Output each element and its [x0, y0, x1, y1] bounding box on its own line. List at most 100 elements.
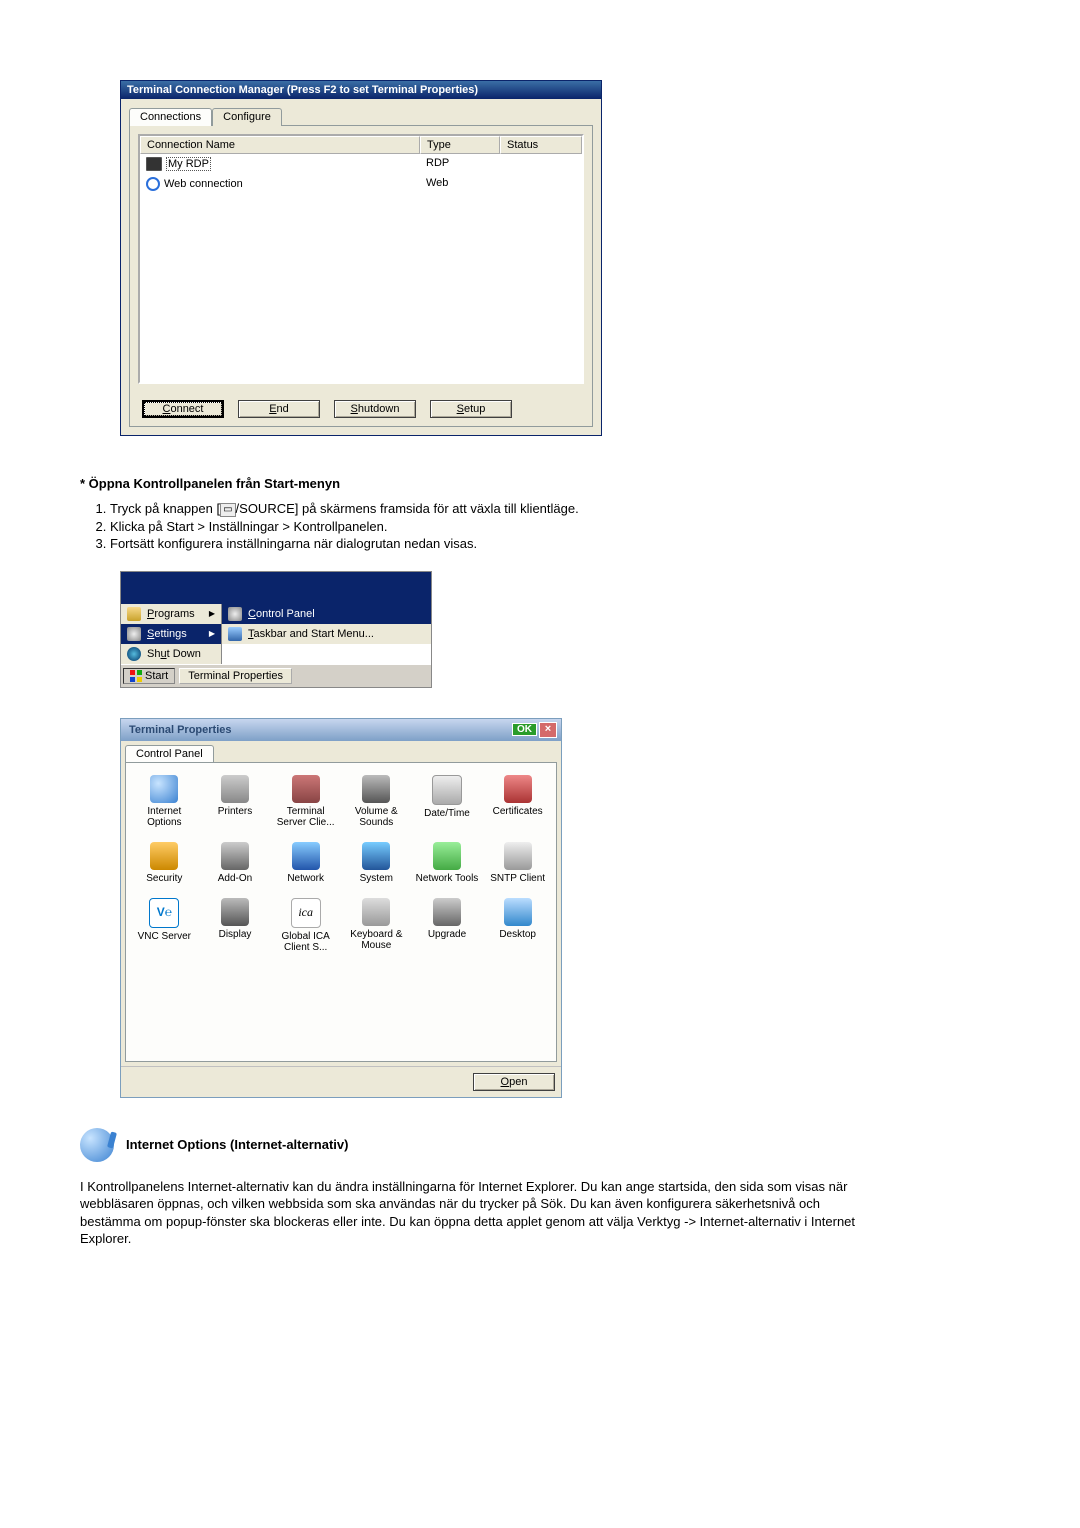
control-panel-item-label: Security — [132, 873, 197, 884]
start-item-settings[interactable]: Settings ▶ — [121, 624, 221, 644]
control-panel-item[interactable]: Network — [271, 840, 340, 886]
control-panel-item[interactable]: Volume & Sounds — [342, 773, 411, 830]
tab-configure[interactable]: Configure — [212, 108, 282, 126]
control-panel-item-label: Certificates — [485, 806, 550, 817]
control-panel-item[interactable]: Internet Options — [130, 773, 199, 830]
control-panel-item[interactable]: Display — [201, 896, 270, 955]
window-title: Terminal Connection Manager (Press F2 to… — [121, 81, 601, 99]
control-panel-item[interactable]: Terminal Server Clie... — [271, 773, 340, 830]
keyboard-mouse-icon — [362, 898, 390, 926]
tab-control-panel[interactable]: Control Panel — [125, 745, 214, 762]
control-panel-item-label: Date/Time — [415, 808, 480, 819]
setup-button[interactable]: Setup — [430, 400, 512, 418]
connection-type-label: Web — [420, 176, 500, 192]
volume-sounds-icon — [362, 775, 390, 803]
control-panel-item[interactable]: Keyboard & Mouse — [342, 896, 411, 955]
start-menu-banner — [121, 572, 431, 604]
system-icon — [362, 842, 390, 870]
control-panel-item[interactable]: Upgrade — [413, 896, 482, 955]
control-panel-item-label: Global ICA Client S... — [273, 931, 338, 953]
control-panel-item-label: SNTP Client — [485, 873, 550, 884]
shutdown-button[interactable]: Shutdown — [334, 400, 416, 418]
control-panel-item-label: Terminal Server Clie... — [273, 806, 338, 828]
start-item-programs[interactable]: Programs ▶ — [121, 604, 221, 624]
start-item-shutdown[interactable]: Shut Down — [121, 644, 221, 664]
control-panel-item-label: Keyboard & Mouse — [344, 929, 409, 951]
ok-button[interactable]: OK — [512, 723, 537, 736]
settings-icon — [127, 627, 141, 641]
taskbar: Start Terminal Properties — [121, 664, 431, 687]
connection-status-label — [500, 156, 582, 172]
col-connection-name[interactable]: Connection Name — [140, 136, 420, 154]
control-panel-icon — [228, 607, 242, 621]
control-panel-item-label: VNC Server — [132, 931, 197, 942]
section-title: Internet Options (Internet-alternativ) — [126, 1137, 348, 1152]
control-panel-item[interactable]: Printers — [201, 773, 270, 830]
connect-button[interactable]: Connect — [142, 400, 224, 418]
submenu-arrow-icon: ▶ — [209, 609, 215, 618]
col-status[interactable]: Status — [500, 136, 582, 154]
connection-status-label — [500, 176, 582, 192]
control-panel-item[interactable]: Security — [130, 840, 199, 886]
taskbar-task[interactable]: Terminal Properties — [179, 668, 292, 684]
control-panel-item[interactable]: Desktop — [483, 896, 552, 955]
col-type[interactable]: Type — [420, 136, 500, 154]
start-menu-screenshot: Programs ▶ Settings ▶ Shut Down Control … — [120, 571, 432, 688]
tabs-row: Connections Configure — [129, 107, 593, 126]
section-paragraph: I Kontrollpanelens Internet-alternativ k… — [80, 1178, 860, 1248]
display-icon — [221, 898, 249, 926]
control-panel-item[interactable]: SNTP Client — [483, 840, 552, 886]
control-panel-item[interactable]: Date/Time — [413, 773, 482, 830]
desktop-icon — [504, 898, 532, 926]
table-row[interactable]: Web connection Web — [140, 174, 582, 194]
connection-name-label: My RDP — [166, 157, 211, 171]
shutdown-icon — [127, 647, 141, 661]
list-header: Connection Name Type Status — [140, 136, 582, 154]
control-panel-item-label: System — [344, 873, 409, 884]
control-panel-item-label: Network Tools — [415, 873, 480, 884]
add-on-icon — [221, 842, 249, 870]
control-panel-area: Internet Options Printers Terminal Server … — [125, 762, 557, 1062]
connection-name-label: Web connection — [164, 178, 243, 190]
internet-options-icon — [150, 775, 178, 803]
control-panel-item[interactable]: V℮VNC Server — [130, 896, 199, 955]
terminal-properties-window: Terminal Properties OK × Control Panel I… — [120, 718, 562, 1098]
close-button[interactable]: × — [539, 722, 557, 738]
windows-logo-icon — [130, 670, 142, 682]
table-row[interactable]: My RDP RDP — [140, 154, 582, 174]
security-icon — [150, 842, 178, 870]
network-icon — [292, 842, 320, 870]
tab-connections[interactable]: Connections — [129, 108, 212, 126]
sntp-client-icon — [504, 842, 532, 870]
terminal-connection-manager-window: Terminal Connection Manager (Press F2 to… — [120, 80, 602, 436]
ie-icon — [146, 177, 160, 191]
control-panel-item[interactable]: System — [342, 840, 411, 886]
control-panel-item-label: Internet Options — [132, 806, 197, 828]
open-button[interactable]: Open — [473, 1073, 555, 1091]
section-heading: * Öppna Kontrollpanelen från Start-menyn — [80, 476, 1000, 491]
connections-list[interactable]: Connection Name Type Status My RDP RDP Web… — [138, 134, 584, 384]
upgrade-icon — [433, 898, 461, 926]
control-panel-item[interactable]: Add-On — [201, 840, 270, 886]
control-panel-item-label: Add-On — [203, 873, 268, 884]
submenu-taskbar[interactable]: Taskbar and Start Menu... — [222, 624, 431, 644]
programs-icon — [127, 607, 141, 621]
printers-icon — [221, 775, 249, 803]
step-3: Fortsätt konfigurera inställningarna när… — [110, 536, 1000, 551]
step-1: Tryck på knappen [▭/SOURCE] på skärmens … — [110, 501, 1000, 517]
control-panel-item[interactable]: Certificates — [483, 773, 552, 830]
control-panel-item-label: Printers — [203, 806, 268, 817]
control-panel-item[interactable]: Network Tools — [413, 840, 482, 886]
monitor-icon — [146, 157, 162, 171]
control-panel-item-label: Upgrade — [415, 929, 480, 940]
control-panel-item-label: Volume & Sounds — [344, 806, 409, 828]
source-icon: ▭ — [220, 503, 235, 517]
submenu-control-panel[interactable]: Control Panel — [222, 604, 431, 624]
control-panel-item[interactable]: icaGlobal ICA Client S... — [271, 896, 340, 955]
connection-type-label: RDP — [420, 156, 500, 172]
terminal-server-clie-icon — [292, 775, 320, 803]
end-button[interactable]: End — [238, 400, 320, 418]
taskbar-icon — [228, 627, 242, 641]
internet-options-icon — [80, 1128, 114, 1162]
start-button[interactable]: Start — [123, 668, 175, 684]
